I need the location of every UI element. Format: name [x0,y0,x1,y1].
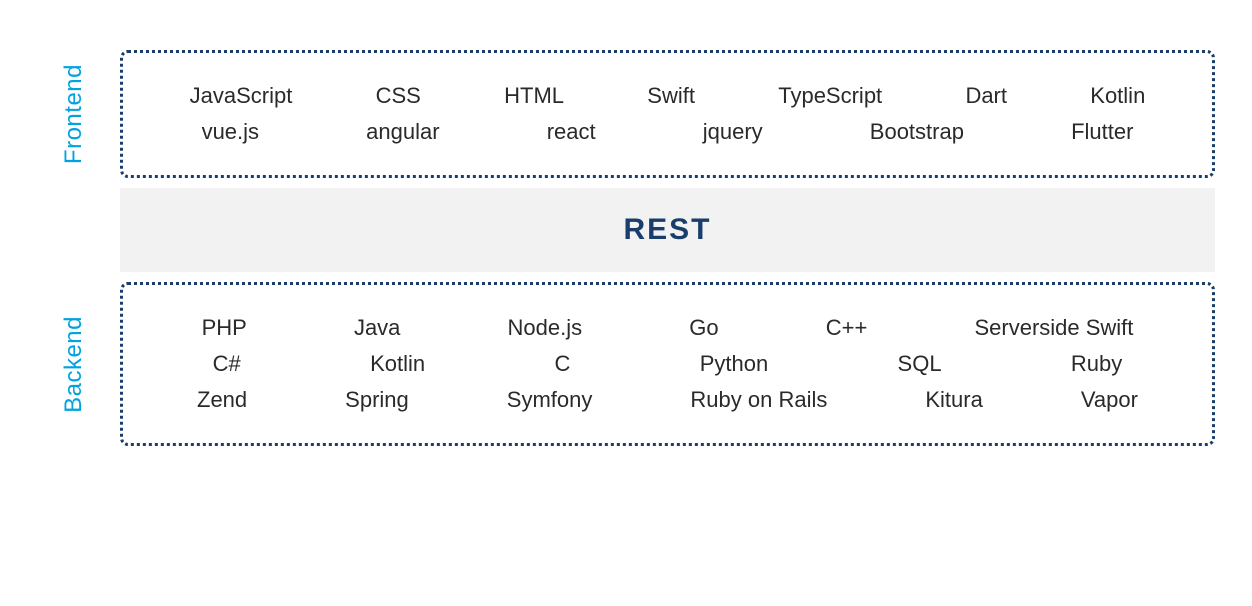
frontend-row-2: vue.js angular react jquery Bootstrap Fl… [148,119,1187,145]
tech-item: Swift [647,83,695,109]
tech-item: Dart [965,83,1007,109]
tech-item: C++ [826,315,868,341]
tech-item: angular [366,119,439,145]
rest-banner: REST [120,188,1215,272]
tech-item: C# [213,351,241,377]
tech-item: Java [354,315,400,341]
tech-item: Symfony [507,387,593,413]
tech-item: TypeScript [778,83,882,109]
tech-item: Ruby [1071,351,1122,377]
tech-item: Ruby on Rails [690,387,827,413]
frontend-section: Frontend JavaScript CSS HTML Swift TypeS… [60,50,1230,178]
tech-item: CSS [376,83,421,109]
tech-item: Flutter [1071,119,1133,145]
diagram-container: Frontend JavaScript CSS HTML Swift TypeS… [60,50,1230,446]
tech-item: vue.js [202,119,259,145]
tech-item: Zend [197,387,247,413]
tech-item: Kotlin [370,351,425,377]
frontend-box: JavaScript CSS HTML Swift TypeScript Dar… [120,50,1215,178]
tech-item: Kitura [925,387,982,413]
tech-item: Python [700,351,769,377]
frontend-row-1: JavaScript CSS HTML Swift TypeScript Dar… [148,83,1187,109]
backend-row-2: C# Kotlin C Python SQL Ruby [148,351,1187,377]
rest-label: REST [623,213,711,246]
tech-item: Node.js [508,315,583,341]
tech-item: Serverside Swift [974,315,1133,341]
tech-item: C [554,351,570,377]
tech-item: SQL [898,351,942,377]
tech-item: Go [689,315,718,341]
tech-item: Vapor [1081,387,1138,413]
backend-row-1: PHP Java Node.js Go C++ Serverside Swift [148,315,1187,341]
tech-item: Spring [345,387,409,413]
backend-row-3: Zend Spring Symfony Ruby on Rails Kitura… [148,387,1187,413]
frontend-label: Frontend [60,64,110,164]
tech-item: jquery [703,119,763,145]
tech-item: react [547,119,596,145]
tech-item: HTML [504,83,564,109]
backend-label: Backend [60,316,110,413]
backend-box: PHP Java Node.js Go C++ Serverside Swift… [120,282,1215,446]
tech-item: JavaScript [190,83,293,109]
tech-item: Bootstrap [870,119,964,145]
tech-item: Kotlin [1090,83,1145,109]
backend-section: Backend PHP Java Node.js Go C++ Serversi… [60,282,1230,446]
tech-item: PHP [202,315,247,341]
